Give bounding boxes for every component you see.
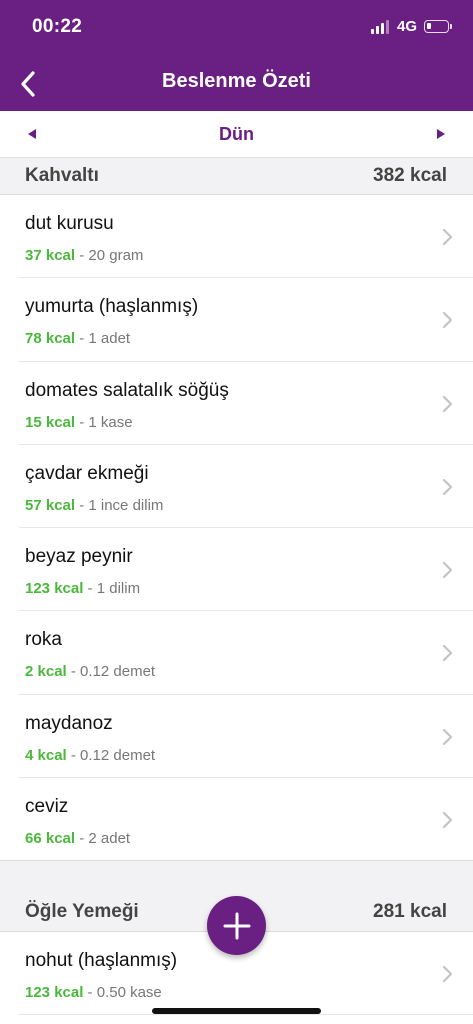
food-row[interactable]: beyaz peynir 123 kcal - 1 dilim: [0, 528, 473, 612]
date-navigator: Dün: [0, 111, 473, 158]
food-row[interactable]: ceviz 66 kcal - 2 adet: [0, 778, 473, 862]
chevron-right-icon: [442, 395, 453, 412]
food-kcal: 123 kcal: [25, 580, 84, 598]
food-kcal: 15 kcal: [25, 413, 76, 431]
chevron-right-icon: [442, 965, 453, 983]
food-details: 123 kcal - 1 dilim: [25, 580, 140, 597]
food-row[interactable]: çavdar ekmeği 57 kcal - 1 ince dilim: [0, 444, 473, 529]
section-title: Öğle Yemeği: [25, 901, 139, 922]
plus-icon: [223, 912, 250, 939]
food-kcal: 123 kcal: [25, 984, 84, 1001]
food-portion: - 1 dilim: [83, 580, 141, 598]
chevron-right-icon: [442, 478, 453, 495]
food-name: domates salatalık söğüş: [25, 379, 229, 401]
food-kcal: 66 kcal: [25, 830, 76, 848]
add-food-button[interactable]: [207, 896, 266, 955]
food-row[interactable]: domates salatalık söğüş 15 kcal - 1 kase: [0, 361, 473, 446]
food-kcal: 37 kcal: [25, 247, 76, 264]
food-row[interactable]: yumurta (haşlanmış) 78 kcal - 1 adet: [0, 278, 473, 362]
food-portion: - 1 ince dilim: [75, 496, 164, 514]
food-name: yumurta (haşlanmış): [25, 296, 199, 318]
food-details: 66 kcal - 2 adet: [25, 830, 130, 847]
food-name: roka: [25, 629, 62, 651]
section-header-breakfast: Kahvaltı 382 kcal: [0, 158, 473, 195]
cellular-signal-icon: [370, 19, 389, 34]
food-details: 15 kcal - 1 kase: [25, 414, 133, 431]
food-name: ceviz: [25, 796, 69, 818]
food-portion: - 0.50 kase: [83, 984, 162, 1001]
chevron-right-icon: [442, 645, 453, 662]
chevron-right-icon: [442, 728, 453, 745]
food-name: çavdar ekmeği: [25, 462, 149, 484]
food-name: nohut (haşlanmış): [25, 950, 178, 971]
food-row[interactable]: dut kurusu 37 kcal - 20 gram: [0, 195, 473, 279]
section-spacer: [0, 860, 473, 893]
section-title: Kahvaltı: [25, 165, 99, 186]
food-portion: - 1 kase: [75, 413, 133, 431]
next-day-button[interactable]: [429, 124, 453, 144]
food-details: 57 kcal - 1 ince dilim: [25, 497, 163, 514]
status-time: 00:22: [32, 16, 83, 37]
food-details: 4 kcal - 0.12 demet: [25, 747, 155, 764]
chevron-right-icon: [442, 811, 453, 829]
breakfast-list: dut kurusu 37 kcal - 20 gram yumurta (ha…: [0, 195, 473, 862]
food-portion: - 1 adet: [75, 330, 131, 348]
page-title: Beslenme Özeti: [162, 70, 311, 92]
food-details: 123 kcal - 0.50 kase: [25, 984, 162, 1001]
food-name: maydanoz: [25, 712, 113, 734]
food-kcal: 2 kcal: [25, 663, 67, 681]
triangle-right-icon: [437, 129, 445, 139]
date-label: Dün: [219, 124, 254, 144]
chevron-right-icon: [442, 228, 453, 246]
app-header: 00:22 4G Beslenme Özeti: [0, 0, 473, 111]
food-portion: - 20 gram: [75, 247, 144, 264]
food-kcal: 57 kcal: [25, 496, 76, 514]
food-row[interactable]: roka 2 kcal - 0.12 demet: [0, 611, 473, 696]
food-portion: - 2 adet: [75, 830, 131, 848]
food-name: dut kurusu: [25, 213, 114, 234]
chevron-right-icon: [442, 562, 453, 579]
food-kcal: 4 kcal: [25, 746, 67, 764]
food-kcal: 78 kcal: [25, 330, 76, 348]
food-portion: - 0.12 demet: [66, 663, 156, 681]
status-indicators: 4G: [370, 18, 452, 35]
food-name: beyaz peynir: [25, 546, 133, 568]
food-portion: - 0.12 demet: [66, 746, 156, 764]
food-details: 2 kcal - 0.12 demet: [25, 663, 155, 680]
network-type: 4G: [396, 18, 417, 35]
food-details: 37 kcal - 20 gram: [25, 247, 143, 264]
food-row[interactable]: maydanoz 4 kcal - 0.12 demet: [0, 694, 473, 779]
home-indicator[interactable]: [152, 1008, 321, 1014]
food-details: 78 kcal - 1 adet: [25, 330, 130, 347]
battery-icon: [424, 20, 452, 33]
section-total-kcal: 382 kcal: [373, 165, 447, 186]
section-total-kcal: 281 kcal: [373, 901, 447, 922]
chevron-right-icon: [442, 312, 453, 329]
